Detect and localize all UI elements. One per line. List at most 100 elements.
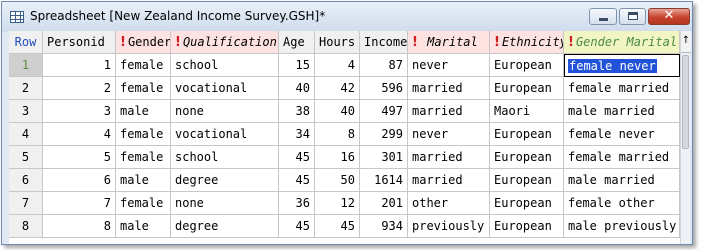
maximize-button[interactable] [619,8,646,25]
cell-hours[interactable]: 16 [315,146,360,169]
cell-income[interactable]: 201 [360,192,408,215]
cell-gender[interactable]: female [116,77,171,100]
title-bar[interactable]: Spreadsheet [New Zealand Income Survey.G… [2,2,692,32]
selected-cell[interactable]: female never [564,54,680,77]
minimize-button[interactable] [589,8,617,25]
row-number[interactable]: 6 [9,169,43,192]
row-number[interactable]: 7 [9,192,43,215]
cell-income[interactable]: 1614 [360,169,408,192]
cell-gender[interactable]: male [116,100,171,123]
cell-marital[interactable]: never [408,123,490,146]
cell-age[interactable]: 40 [279,77,315,100]
cell-age[interactable]: 38 [279,100,315,123]
vertical-scrollbar[interactable]: ↑ [680,31,691,244]
column-header-ethnicity[interactable]: ! Ethnicity [490,31,564,54]
cell-marital[interactable]: married [408,100,490,123]
cell-age[interactable]: 45 [279,215,315,238]
cell-qualification[interactable]: degree [171,169,279,192]
cell-gender[interactable]: male [116,215,171,238]
cell-ethnicity[interactable]: Maori [490,100,564,123]
cell-gender[interactable]: female [116,123,171,146]
cell-gender-marital[interactable]: female married [564,77,680,100]
cell-gender-marital[interactable]: male previously [564,215,680,238]
cell-age[interactable]: 45 [279,146,315,169]
row-number[interactable]: 4 [9,123,43,146]
cell-gender[interactable]: female [116,54,171,77]
cell-gender-marital[interactable]: female never [564,123,680,146]
cell-income[interactable]: 596 [360,77,408,100]
column-header-qualification[interactable]: ! Qualification [171,31,279,54]
factor-flag-icon: ! [120,35,126,50]
column-header-label: Gender [127,35,171,49]
cell-qualification[interactable]: vocational [171,77,279,100]
cell-income[interactable]: 497 [360,100,408,123]
cell-income[interactable]: 934 [360,215,408,238]
scrollbar-thumb[interactable] [682,55,689,149]
cell-qualification[interactable]: vocational [171,123,279,146]
cell-ethnicity[interactable]: European [490,77,564,100]
cell-qualification[interactable]: school [171,54,279,77]
cell-gender[interactable]: male [116,169,171,192]
cell-gender-marital[interactable]: male married [564,100,680,123]
column-header-marital[interactable]: ! Marital [408,31,490,54]
row-number[interactable]: 8 [9,215,43,238]
cell-hours[interactable]: 50 [315,169,360,192]
cell-gender[interactable]: female [116,146,171,169]
cell-hours[interactable]: 4 [315,54,360,77]
cell-gender-marital[interactable]: female married [564,146,680,169]
column-header-gender[interactable]: ! Gender [116,31,171,54]
cell-marital[interactable]: married [408,169,490,192]
column-header-personid[interactable]: Personid [43,31,116,54]
cell-marital[interactable]: previously [408,215,490,238]
cell-hours[interactable]: 8 [315,123,360,146]
cell-age[interactable]: 36 [279,192,315,215]
cell-ethnicity[interactable]: European [490,54,564,77]
cell-marital[interactable]: married [408,77,490,100]
cell-gender-marital[interactable]: male married [564,169,680,192]
cell-income[interactable]: 301 [360,146,408,169]
cell-personid[interactable]: 1 [43,54,116,77]
cell-personid[interactable]: 5 [43,146,116,169]
cell-marital[interactable]: never [408,54,490,77]
cell-income[interactable]: 87 [360,54,408,77]
cell-age[interactable]: 45 [279,169,315,192]
column-pin-arrow-icon[interactable]: ↑ [681,31,691,53]
cell-age[interactable]: 15 [279,54,315,77]
cell-personid[interactable]: 6 [43,169,116,192]
column-header-income[interactable]: Income [360,31,408,54]
cell-age[interactable]: 34 [279,123,315,146]
row-number[interactable]: 1 [9,54,43,77]
cell-personid[interactable]: 3 [43,100,116,123]
cell-hours[interactable]: 12 [315,192,360,215]
column-header-hours[interactable]: Hours [315,31,360,54]
cell-personid[interactable]: 7 [43,192,116,215]
cell-hours[interactable]: 42 [315,77,360,100]
cell-personid[interactable]: 4 [43,123,116,146]
row-number[interactable]: 3 [9,100,43,123]
cell-hours[interactable]: 40 [315,100,360,123]
cell-ethnicity[interactable]: European [490,123,564,146]
cell-income[interactable]: 299 [360,123,408,146]
cell-qualification[interactable]: school [171,146,279,169]
close-button[interactable]: ✕ [648,8,690,25]
cell-hours[interactable]: 45 [315,215,360,238]
cell-gender-marital[interactable]: female other [564,192,680,215]
cell-marital[interactable]: married [408,146,490,169]
cell-ethnicity[interactable]: European [490,169,564,192]
cell-personid[interactable]: 2 [43,77,116,100]
cell-qualification[interactable]: degree [171,215,279,238]
column-header-age[interactable]: Age [279,31,315,54]
row-number[interactable]: 5 [9,146,43,169]
cell-ethnicity[interactable]: European [490,146,564,169]
cell-ethnicity[interactable]: European [490,215,564,238]
cell-personid[interactable]: 8 [43,215,116,238]
cell-marital[interactable]: other [408,192,490,215]
data-grid: Row Personid ! Gender ! Qualification Age … [9,31,680,244]
cell-qualification[interactable]: none [171,192,279,215]
cell-qualification[interactable]: none [171,100,279,123]
row-number[interactable]: 2 [9,77,43,100]
selected-cell-text[interactable]: female never [568,59,657,73]
column-header-gender-marital[interactable]: ! Gender Marital [564,31,680,54]
cell-gender[interactable]: female [116,192,171,215]
cell-ethnicity[interactable]: European [490,192,564,215]
